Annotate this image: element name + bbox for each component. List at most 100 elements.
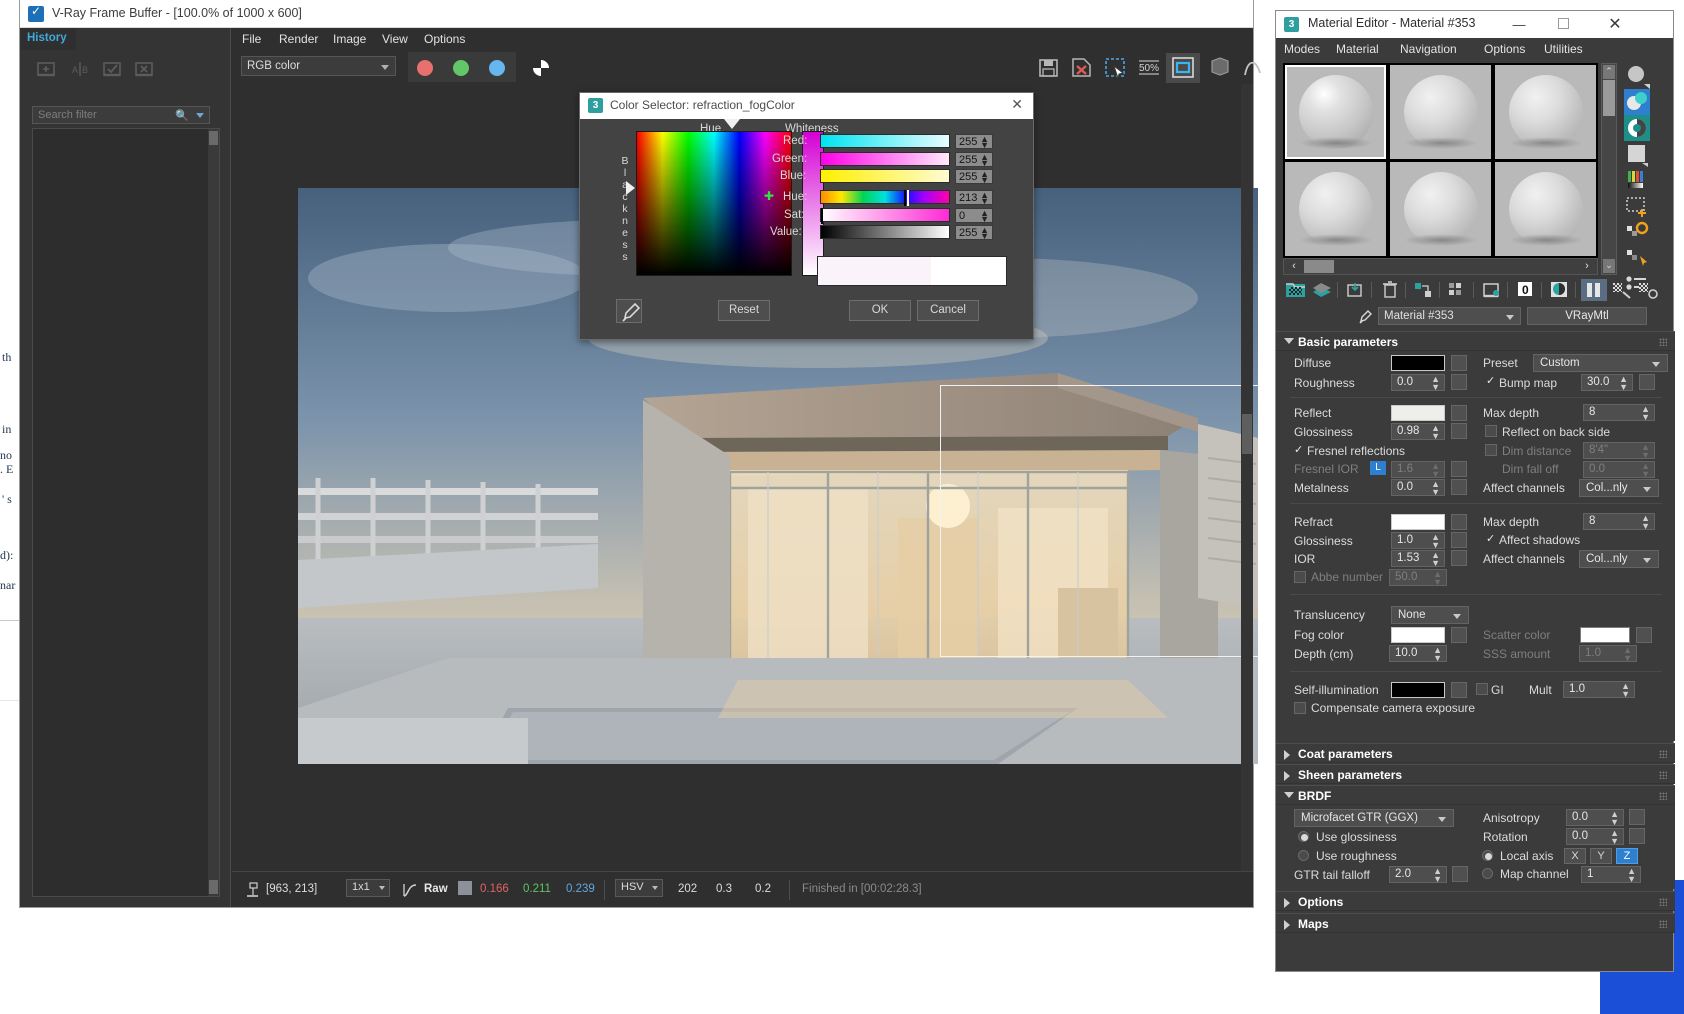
vfb-menubar[interactable]: File Render Image View Options xyxy=(232,28,1253,50)
use-glossiness-radio[interactable] xyxy=(1298,831,1309,842)
material-editor-window[interactable]: 3 Material Editor - Material #353 — ✕ Mo… xyxy=(1275,10,1675,972)
chevron-down-icon[interactable] xyxy=(652,886,658,890)
curve-icon[interactable] xyxy=(1236,53,1270,83)
assign-to-selection-icon[interactable] xyxy=(1309,279,1335,301)
close-button[interactable]: ✕ xyxy=(1593,11,1637,38)
spinner-arrows-icon[interactable]: ▲ ▼ xyxy=(980,153,989,168)
abbe-number-checkbox[interactable] xyxy=(1294,571,1306,583)
history-compare-ab-icon[interactable]: AB xyxy=(66,56,94,84)
rollout-header-maps[interactable]: Maps xyxy=(1276,913,1675,933)
chevron-down-icon[interactable] xyxy=(1438,817,1446,822)
fog-color-map-button[interactable] xyxy=(1451,627,1467,643)
rollout-header-basic[interactable]: Basic parameters xyxy=(1276,331,1675,351)
spinner-arrows-icon[interactable]: ▲ ▼ xyxy=(1641,514,1650,531)
refract-map-button[interactable] xyxy=(1451,514,1467,530)
region-render-icon[interactable] xyxy=(1098,53,1132,83)
menu-modes[interactable]: Modes xyxy=(1284,42,1320,56)
dim-distance-checkbox[interactable] xyxy=(1485,444,1497,456)
anisotropy-map-button[interactable] xyxy=(1629,809,1645,825)
make-preview-icon[interactable] xyxy=(1624,193,1650,219)
material-type-button[interactable]: VRayMtl xyxy=(1527,307,1647,325)
reflect-glossiness-field[interactable]: 0.98 ▲ ▼ xyxy=(1391,423,1445,441)
reset-button[interactable]: Reset xyxy=(718,300,770,321)
chevron-right-icon[interactable] xyxy=(1284,771,1290,781)
fresnel-ior-lock-button[interactable]: L xyxy=(1370,461,1386,475)
alpha-channel-button[interactable] xyxy=(524,52,560,82)
menu-image[interactable]: Image xyxy=(333,32,366,46)
metalness-map-button[interactable] xyxy=(1451,479,1467,495)
green-ramp[interactable] xyxy=(820,152,950,166)
reflect-max-depth-field[interactable]: 8 ▲ ▼ xyxy=(1583,404,1655,422)
slot-prev-button[interactable]: ‹ xyxy=(1284,259,1304,274)
chevron-down-icon[interactable] xyxy=(1652,362,1660,367)
sample-slot-1[interactable] xyxy=(1285,65,1386,159)
spinner-arrows-icon[interactable]: ▲ ▼ xyxy=(980,191,989,206)
hue-spinner[interactable]: 213 ▲ ▼ xyxy=(955,190,993,206)
rollout-header-sheen[interactable]: Sheen parameters xyxy=(1276,764,1675,784)
depth-field[interactable]: 10.0 ▲ ▼ xyxy=(1389,645,1447,663)
sss-amount-field[interactable]: 1.0 ▲ ▼ xyxy=(1579,645,1637,663)
gtr-tail-falloff-map-button[interactable] xyxy=(1452,866,1468,882)
sample-options-toolbar[interactable] xyxy=(1622,63,1656,293)
menu-view[interactable]: View xyxy=(382,32,408,46)
chevron-down-icon[interactable] xyxy=(1643,487,1651,492)
eyedropper-icon[interactable] xyxy=(1356,308,1374,326)
render-vertical-scrollbar[interactable] xyxy=(1241,84,1253,871)
menu-material[interactable]: Material xyxy=(1336,42,1379,56)
chevron-down-icon[interactable] xyxy=(196,113,204,118)
reflect-glossiness-map-button[interactable] xyxy=(1451,423,1467,439)
go-forward-sibling-icon[interactable] xyxy=(1581,279,1607,301)
chevron-down-icon[interactable] xyxy=(379,886,385,890)
hue-marker[interactable] xyxy=(904,190,906,206)
color-selector-dialog[interactable]: 3 Color Selector: refraction_fogColor ✕ … xyxy=(579,92,1034,340)
refract-glossiness-field[interactable]: 1.0 ▲ ▼ xyxy=(1391,532,1445,550)
dim-falloff-field[interactable]: 0.0 ▲ ▼ xyxy=(1583,461,1655,479)
material-name-row[interactable]: Material #353 VRayMtl xyxy=(1283,307,1663,327)
spinner-arrows-icon[interactable]: ▲ ▼ xyxy=(980,135,989,150)
chevron-right-icon[interactable] xyxy=(1284,920,1290,930)
menu-navigation[interactable]: Navigation xyxy=(1400,42,1457,56)
history-set-icon[interactable] xyxy=(98,56,126,84)
material-name-combo[interactable]: Material #353 xyxy=(1378,307,1521,325)
bump-map-field[interactable]: 30.0 ▲ ▼ xyxy=(1581,374,1633,392)
reflect-map-button[interactable] xyxy=(1451,405,1467,421)
spinner-arrows-icon[interactable]: ▲ ▼ xyxy=(1621,682,1630,699)
reflect-color-swatch[interactable] xyxy=(1391,405,1445,421)
gtr-tail-falloff-field[interactable]: 2.0 ▲ ▼ xyxy=(1389,866,1447,884)
metalness-field[interactable]: 0.0 ▲ ▼ xyxy=(1391,479,1445,497)
sample-slot-2[interactable] xyxy=(1390,65,1491,159)
spinner-arrows-icon[interactable]: ▲ ▼ xyxy=(1433,646,1442,663)
spinner-arrows-icon[interactable]: ▲ ▼ xyxy=(1431,533,1440,550)
axis-y-button[interactable]: Y xyxy=(1590,848,1612,864)
color-selector-titlebar[interactable]: 3 Color Selector: refraction_fogColor ✕ xyxy=(580,93,1033,119)
rollout-header-brdf[interactable]: BRDF xyxy=(1276,785,1675,805)
slots-vertical-scrollbar[interactable]: ⌃ ⌄ xyxy=(1601,63,1617,275)
chevron-right-icon[interactable] xyxy=(1284,750,1290,760)
material-sample-slots[interactable] xyxy=(1283,63,1598,258)
get-material-icon[interactable] xyxy=(1283,279,1309,301)
go-to-parent-icon[interactable] xyxy=(1547,279,1573,301)
show-shaded-icon[interactable] xyxy=(1343,279,1369,301)
history-list[interactable] xyxy=(32,128,220,897)
spinner-arrows-icon[interactable]: ▲ ▼ xyxy=(980,209,989,224)
local-axis-radio[interactable] xyxy=(1482,850,1493,861)
spinner-arrows-icon[interactable]: ▲ ▼ xyxy=(1627,867,1636,884)
sample-slot-4[interactable] xyxy=(1285,162,1386,256)
sample-slot-3[interactable] xyxy=(1495,65,1596,159)
save-image-x-icon[interactable] xyxy=(1064,53,1098,83)
sample-slot-5[interactable] xyxy=(1390,162,1491,256)
search-input[interactable]: Search filter 🔍 xyxy=(32,106,210,124)
gi-checkbox[interactable] xyxy=(1476,683,1488,695)
red-channel-button[interactable] xyxy=(408,52,444,82)
map-channel-field[interactable]: 1 ▲ ▼ xyxy=(1581,866,1641,884)
maximize-button[interactable] xyxy=(1541,11,1585,38)
blue-spinner[interactable]: 255 ▲ ▼ xyxy=(955,169,993,185)
chevron-down-icon[interactable] xyxy=(1284,338,1294,344)
spinner-arrows-icon[interactable]: ▲ ▼ xyxy=(1619,375,1628,392)
material-editor-menubar[interactable]: Modes Material Navigation Options Utilit… xyxy=(1276,38,1673,60)
slots-scroll-thumb[interactable] xyxy=(1603,80,1615,116)
colorspace-combo[interactable]: HSV xyxy=(615,879,663,897)
history-panel[interactable]: History AB Search filter 🔍 xyxy=(20,28,231,907)
show-in-viewport-icon[interactable] xyxy=(1479,279,1505,301)
fog-color-swatch[interactable] xyxy=(1391,627,1445,643)
